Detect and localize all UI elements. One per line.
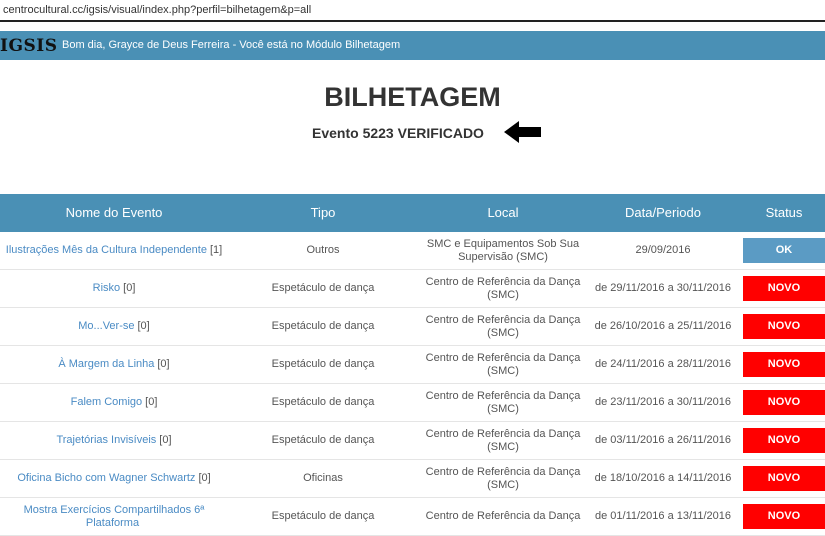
event-period-cell: de 03/11/2016 a 26/11/2016 [595,434,731,446]
event-location-cell: Centro de Referência da Dança (SMC) [425,427,581,453]
event-count: [0] [137,320,150,332]
event-status-cell: NOVO [743,270,825,307]
table-row: Trajetórias Invisíveis [0] Espetáculo de d… [0,422,825,460]
arrow-left-icon [504,121,541,143]
status-badge[interactable]: NOVO [743,428,825,453]
greeting-text: Bom dia, Grayce de Deus Ferreira - Você … [62,39,401,51]
table-row: Mostra Exercícios Compartilhados 6ª Plat… [0,498,825,536]
event-location-cell: SMC e Equipamentos Sob Sua Supervisão (S… [426,237,580,263]
event-type-cell: Espetáculo de dança [271,396,375,408]
event-location-cell: Centro de Referência da Dança [425,510,581,522]
status-badge[interactable]: NOVO [743,314,825,339]
event-period-cell: de 26/10/2016 a 25/11/2016 [594,320,732,332]
page-subtitle: Evento 5223 VERIFICADO [312,125,484,141]
event-count: [0] [145,396,158,408]
event-status-cell: OK [743,232,825,269]
table-row: Ilustrações Mês da Cultura Independente[… [0,232,825,270]
event-name-cell: Mostra Exercícios Compartilhados 6ª Plat… [0,498,228,535]
event-location-cell: Centro de Referência da Dança (SMC) [425,351,581,377]
event-name-cell: Falem Comigo [0] [0,384,228,421]
table-row: Risko [0] Espetáculo de dança Centro de Ref… [0,270,825,308]
event-name-link[interactable]: Ilustrações Mês da Cultura Independente [6,244,207,256]
event-name-link[interactable]: Mostra Exercícios Compartilhados 6ª Plat… [24,504,205,529]
status-badge[interactable]: OK [743,238,825,263]
status-badge[interactable]: NOVO [743,390,825,415]
event-status-cell: NOVO [743,384,825,421]
event-name-cell: À Margem da Linha [0] [0,346,228,383]
browser-address-bar[interactable]: centrocultural.cc/igsis/visual/index.php… [0,0,825,22]
table-row: À Margem da Linha [0] Espetáculo de dança C… [0,346,825,384]
event-count: [0] [198,472,211,484]
event-period-cell: de 24/11/2016 a 28/11/2016 [595,358,731,370]
event-type-cell: Oficinas [303,472,343,484]
event-type-cell: Espetáculo de dança [271,282,375,294]
event-period-cell: de 01/11/2016 a 13/11/2016 [595,510,731,522]
table-header: Nome do Evento Tipo Local Data/Periodo S… [0,194,825,232]
top-navbar: IGSIS Bom dia, Grayce de Deus Ferreira -… [0,31,825,60]
header-status: Status [765,205,803,220]
header-data: Data/Periodo [625,205,701,220]
event-status-cell: NOVO [743,422,825,459]
event-status-cell: NOVO [743,498,825,535]
table-row: Falem Comigo [0] Espetáculo de dança Centro… [0,384,825,422]
event-period-cell: de 18/10/2016 a 14/11/2016 [594,472,732,484]
event-name-cell: Risko [0] [0,270,228,307]
event-status-cell: NOVO [743,308,825,345]
event-period-cell: de 23/11/2016 a 30/11/2016 [595,396,731,408]
event-count: [1] [209,244,223,256]
status-badge[interactable]: NOVO [743,276,825,301]
event-status-cell: NOVO [743,346,825,383]
event-period-cell: 29/09/2016 [635,244,691,256]
event-type-cell: Espetáculo de dança [271,320,375,332]
events-table-body: Ilustrações Mês da Cultura Independente[… [0,232,825,536]
event-count: [0] [123,282,136,294]
event-period-cell: de 29/11/2016 a 30/11/2016 [595,282,731,294]
status-badge[interactable]: NOVO [743,466,825,491]
event-name-link[interactable]: Risko [93,282,121,294]
table-row: Oficina Bicho com Wagner Schwartz [0] Ofic… [0,460,825,498]
url-text: centrocultural.cc/igsis/visual/index.php… [3,4,312,16]
event-name-cell: Mo...Ver-se [0] [0,308,228,345]
event-count: [0] [159,434,172,446]
event-name-link[interactable]: Oficina Bicho com Wagner Schwartz [17,472,195,484]
event-type-cell: Espetáculo de dança [271,510,375,522]
event-location-cell: Centro de Referência da Dança (SMC) [425,465,581,491]
event-name-cell: Ilustrações Mês da Cultura Independente[… [0,232,228,269]
event-name-cell: Oficina Bicho com Wagner Schwartz [0] [0,460,228,497]
event-name-link[interactable]: À Margem da Linha [58,358,154,370]
status-badge[interactable]: NOVO [743,504,825,529]
event-type-cell: Espetáculo de dança [271,358,375,370]
event-location-cell: Centro de Referência da Dança (SMC) [425,275,581,301]
header-nome: Nome do Evento [65,205,163,220]
header-tipo: Tipo [310,205,336,220]
event-location-cell: Centro de Referência da Dança (SMC) [425,389,581,415]
event-name-link[interactable]: Mo...Ver-se [78,320,134,332]
header-local: Local [487,205,519,220]
event-type-cell: Outros [306,244,340,256]
brand-logo[interactable]: IGSIS [0,36,57,56]
event-location-cell: Centro de Referência da Dança (SMC) [425,313,581,339]
event-name-link[interactable]: Trajetórias Invisíveis [56,434,156,446]
page-title: BILHETAGEM [324,82,501,112]
event-count: [0] [157,358,170,370]
event-name-link[interactable]: Falem Comigo [71,396,143,408]
event-status-cell: NOVO [743,460,825,497]
event-type-cell: Espetáculo de dança [271,434,375,446]
status-badge[interactable]: NOVO [743,352,825,377]
table-row: Mo...Ver-se [0] Espetáculo de dança Centro … [0,308,825,346]
event-name-cell: Trajetórias Invisíveis [0] [0,422,228,459]
